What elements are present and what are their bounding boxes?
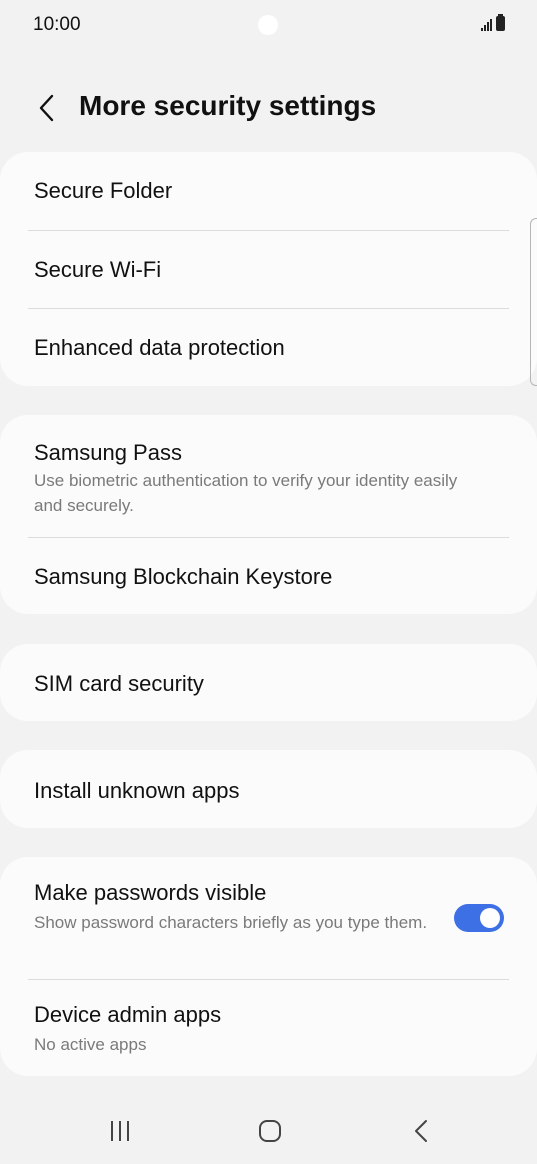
item-subtitle: Show password characters briefly as you … — [34, 913, 428, 932]
settings-group-3: SIM card security — [0, 644, 537, 721]
page-title: More security settings — [79, 90, 377, 121]
passwords-visible-toggle[interactable] — [454, 904, 504, 932]
samsung-pass-item[interactable]: Samsung Pass Use biometric authenticatio… — [0, 415, 537, 537]
signal-icon — [481, 17, 492, 31]
item-title: Secure Folder — [34, 178, 173, 203]
app-header: More security settings — [0, 80, 537, 136]
settings-group-5: Make passwords visible Show password cha… — [0, 857, 537, 1076]
toggle-knob — [480, 908, 500, 928]
back-nav-button[interactable] — [397, 1114, 445, 1148]
recent-apps-icon — [111, 1121, 129, 1141]
secure-wifi-item[interactable]: Secure Wi-Fi — [0, 230, 537, 308]
scrollbar[interactable] — [530, 218, 537, 386]
home-button[interactable] — [246, 1114, 294, 1148]
status-bar: 10:00 — [0, 0, 537, 50]
make-passwords-visible-item[interactable]: Make passwords visible Show password cha… — [0, 857, 537, 979]
enhanced-data-protection-item[interactable]: Enhanced data protection — [0, 308, 537, 386]
item-title: Samsung Blockchain Keystore — [34, 564, 333, 589]
sim-card-security-item[interactable]: SIM card security — [0, 644, 537, 721]
back-icon — [415, 1120, 427, 1142]
recent-apps-button[interactable] — [96, 1114, 144, 1148]
navigation-bar — [0, 1100, 537, 1164]
device-admin-apps-item[interactable]: Device admin apps No active apps — [0, 979, 537, 1076]
chevron-left-icon — [39, 94, 54, 122]
status-time: 10:00 — [33, 14, 81, 35]
item-title: Make passwords visible — [34, 880, 267, 905]
settings-group-4: Install unknown apps — [0, 750, 537, 828]
status-icons — [481, 14, 505, 31]
settings-group-1: Secure Folder Secure Wi-Fi Enhanced data… — [0, 152, 537, 386]
item-title: Secure Wi-Fi — [34, 257, 162, 282]
samsung-blockchain-keystore-item[interactable]: Samsung Blockchain Keystore — [0, 537, 537, 614]
home-icon — [259, 1120, 281, 1142]
battery-icon — [496, 14, 505, 31]
secure-folder-item[interactable]: Secure Folder — [0, 152, 537, 230]
item-title: Install unknown apps — [34, 778, 240, 803]
item-subtitle: No active apps — [34, 1035, 147, 1054]
camera-cutout — [258, 15, 278, 35]
item-subtitle: Use biometric authentication to verify y… — [34, 471, 458, 515]
item-title: Enhanced data protection — [34, 335, 285, 360]
settings-group-2: Samsung Pass Use biometric authenticatio… — [0, 415, 537, 614]
back-button[interactable] — [28, 86, 64, 130]
install-unknown-apps-item[interactable]: Install unknown apps — [0, 750, 537, 828]
item-title: SIM card security — [34, 671, 204, 696]
item-title: Samsung Pass — [34, 440, 182, 465]
item-title: Device admin apps — [34, 1002, 222, 1027]
